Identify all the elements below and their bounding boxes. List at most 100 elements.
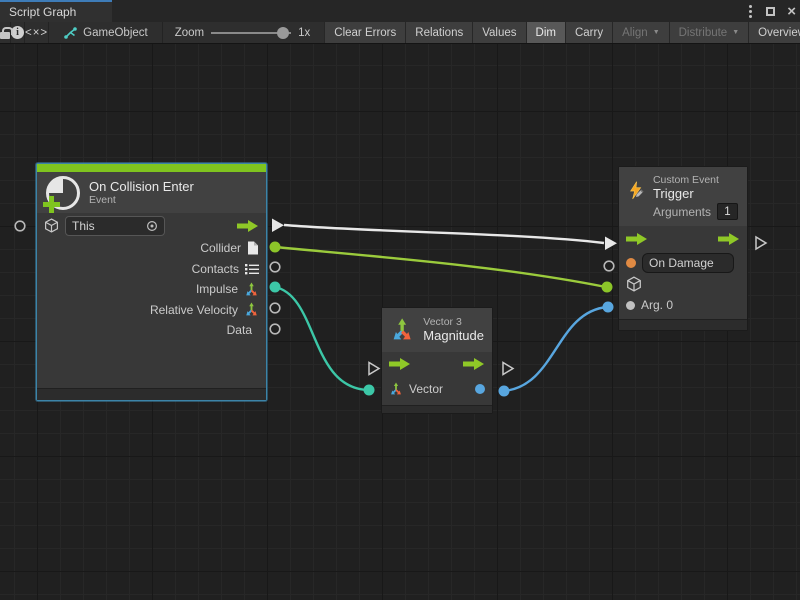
vector3-icon bbox=[390, 315, 414, 345]
vector3-icon[interactable] bbox=[389, 382, 403, 396]
dim-label: Dim bbox=[536, 27, 556, 39]
node-footer bbox=[619, 319, 747, 330]
chevron-down-icon: ▼ bbox=[732, 29, 739, 36]
clear-errors-button[interactable]: Clear Errors bbox=[324, 22, 405, 43]
gameobject-cube-icon[interactable] bbox=[626, 276, 642, 292]
lock-button[interactable] bbox=[0, 22, 11, 43]
code-view-button[interactable]: <×> bbox=[25, 22, 49, 43]
distribute-label: Distribute bbox=[679, 27, 728, 39]
node-header[interactable]: On Collision Enter Event bbox=[37, 172, 266, 213]
string-port-dot[interactable] bbox=[626, 258, 636, 268]
node-header[interactable]: Custom Event Trigger Arguments 1 bbox=[619, 167, 747, 226]
port-label-data: Data bbox=[227, 323, 252, 337]
collider-doc-icon[interactable] bbox=[247, 241, 259, 255]
wire-impulse-teal[interactable] bbox=[275, 287, 368, 390]
port-label-vector: Vector bbox=[409, 382, 443, 396]
target-input-port[interactable] bbox=[602, 282, 613, 293]
collision-event-icon bbox=[46, 176, 80, 210]
contacts-output-port[interactable] bbox=[270, 262, 280, 272]
node-type-label: Vector 3 bbox=[423, 316, 484, 328]
lock-icon bbox=[0, 32, 10, 39]
tab-script-graph[interactable]: Script Graph bbox=[0, 0, 112, 22]
event-name-field[interactable]: On Damage bbox=[642, 253, 734, 273]
overview-label: Overview bbox=[758, 27, 800, 39]
chevron-down-icon: ▼ bbox=[653, 29, 660, 36]
node-accent-bar bbox=[37, 164, 266, 172]
node-title: Trigger bbox=[653, 186, 738, 201]
graph-canvas[interactable]: On Collision Enter Event This bbox=[0, 44, 800, 600]
object-picker-icon[interactable] bbox=[146, 220, 158, 232]
flow-in-triangle[interactable] bbox=[605, 237, 617, 251]
gameobject-cube-icon bbox=[44, 218, 59, 233]
magnitude-flow-in-port[interactable] bbox=[369, 363, 379, 375]
event-name-value: On Damage bbox=[649, 256, 714, 270]
carry-button[interactable]: Carry bbox=[565, 22, 612, 43]
arg-port-dot[interactable] bbox=[626, 301, 635, 310]
arguments-label: Arguments bbox=[653, 205, 711, 219]
arg0-input-port[interactable] bbox=[603, 302, 614, 313]
flow-output-arrow-icon[interactable] bbox=[463, 358, 485, 370]
port-label-arg0: Arg. 0 bbox=[641, 298, 673, 312]
graph-link-icon bbox=[63, 26, 77, 40]
data-output-port[interactable] bbox=[270, 324, 280, 334]
wire-magnitude-blue[interactable] bbox=[504, 307, 607, 391]
node-type-label: Custom Event bbox=[653, 174, 738, 186]
info-button[interactable]: i bbox=[11, 22, 25, 43]
event-name-input-port[interactable] bbox=[604, 261, 614, 271]
node-footer bbox=[382, 405, 492, 413]
this-object-field[interactable]: This bbox=[65, 216, 165, 236]
node-custom-event-trigger[interactable]: Custom Event Trigger Arguments 1 On Dam bbox=[618, 166, 748, 331]
vector3-icon[interactable] bbox=[244, 302, 259, 317]
flow-input-arrow-icon[interactable] bbox=[389, 358, 411, 370]
clear-errors-label: Clear Errors bbox=[334, 27, 396, 39]
node-vector3-magnitude[interactable]: Vector 3 Magnitude Vector bbox=[381, 307, 493, 414]
zoom-slider[interactable] bbox=[211, 32, 291, 34]
arguments-count-field[interactable]: 1 bbox=[717, 203, 738, 220]
impulse-output-port[interactable] bbox=[270, 282, 281, 293]
node-footer bbox=[37, 388, 266, 400]
relative-velocity-output-port[interactable] bbox=[270, 303, 280, 313]
port-label-relative-velocity: Relative Velocity bbox=[150, 303, 238, 317]
dim-button[interactable]: Dim bbox=[526, 22, 565, 43]
flow-out-triangle[interactable] bbox=[272, 219, 284, 233]
distribute-button[interactable]: Distribute ▼ bbox=[669, 22, 749, 43]
zoom-value: 1x bbox=[298, 27, 310, 39]
info-icon: i bbox=[11, 26, 24, 39]
node-title: On Collision Enter bbox=[89, 179, 194, 194]
flow-input-arrow-icon[interactable] bbox=[626, 233, 648, 245]
node-header[interactable]: Vector 3 Magnitude bbox=[382, 308, 492, 352]
tab-title: Script Graph bbox=[9, 5, 76, 19]
flow-output-arrow-icon[interactable] bbox=[237, 220, 259, 232]
this-input-port[interactable] bbox=[15, 221, 25, 231]
wire-flow-white[interactable] bbox=[284, 225, 604, 243]
zoom-slider-handle[interactable] bbox=[277, 27, 289, 39]
node-on-collision-enter[interactable]: On Collision Enter Event This bbox=[36, 163, 267, 401]
maximize-icon[interactable] bbox=[766, 7, 775, 16]
magnitude-output-port[interactable] bbox=[499, 386, 510, 397]
zoom-control: Zoom 1x bbox=[163, 22, 323, 43]
port-label-contacts: Contacts bbox=[192, 262, 239, 276]
align-button[interactable]: Align ▼ bbox=[612, 22, 669, 43]
relations-label: Relations bbox=[415, 27, 463, 39]
float-output-port[interactable] bbox=[475, 384, 485, 394]
graph-toolbar: i <×> GameObject Zoom 1x Clear Errors Re… bbox=[0, 22, 800, 44]
custom-event-flow-out-port[interactable] bbox=[756, 237, 766, 249]
magnitude-flow-out-port[interactable] bbox=[503, 363, 513, 375]
vector-input-port[interactable] bbox=[364, 385, 375, 396]
overview-button[interactable]: Overview bbox=[748, 22, 800, 43]
custom-event-bolt-icon bbox=[628, 174, 644, 208]
relations-button[interactable]: Relations bbox=[405, 22, 472, 43]
values-button[interactable]: Values bbox=[472, 22, 525, 43]
close-icon[interactable]: × bbox=[787, 4, 796, 19]
port-label-impulse: Impulse bbox=[196, 282, 238, 296]
collider-output-port[interactable] bbox=[270, 242, 281, 253]
vector3-icon[interactable] bbox=[244, 282, 259, 297]
gameobject-selector[interactable]: GameObject bbox=[49, 22, 163, 43]
code-icon: <×> bbox=[25, 27, 48, 39]
zoom-label: Zoom bbox=[175, 27, 204, 39]
wire-collider-green[interactable] bbox=[275, 247, 606, 287]
window-menu-icon[interactable] bbox=[747, 3, 754, 20]
flow-output-arrow-icon[interactable] bbox=[718, 233, 740, 245]
title-bar: Script Graph × bbox=[0, 0, 800, 22]
contacts-list-icon[interactable] bbox=[245, 263, 259, 275]
